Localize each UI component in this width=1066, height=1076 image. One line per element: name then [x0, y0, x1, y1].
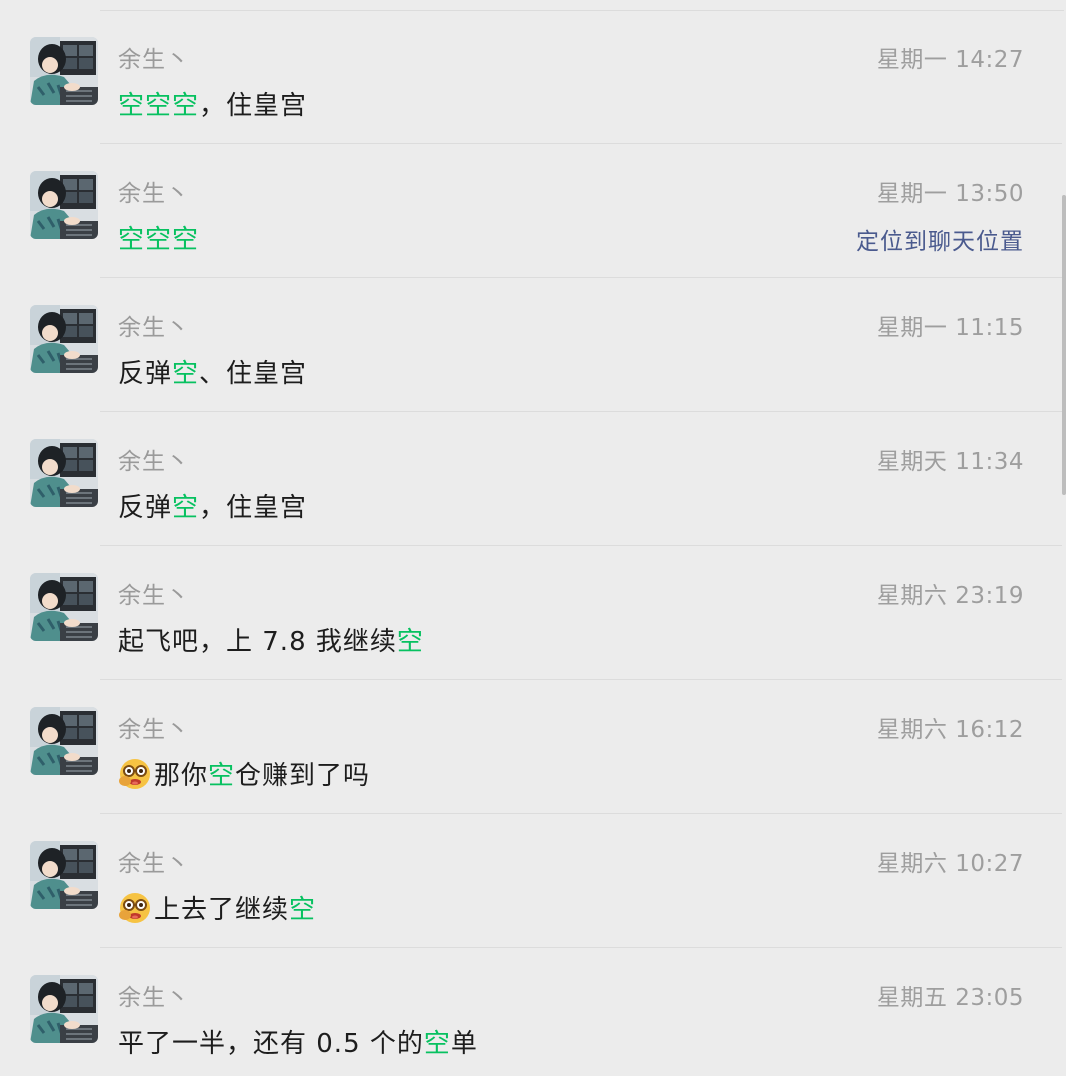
- message-text: 反弹空，住皇宫: [118, 487, 307, 524]
- keyword-highlight: 空空空: [118, 91, 200, 121]
- message-text: 反弹空、住皇宫: [118, 353, 307, 390]
- result-item[interactable]: 余生丶 星期一 13:50 空空空 定位到聊天位置: [0, 144, 1062, 278]
- message-time: 星期六 16:12: [876, 717, 1024, 743]
- message-fragment: 、住皇宫: [199, 359, 308, 389]
- avatar[interactable]: [30, 707, 98, 775]
- message-fragment: 反弹: [118, 493, 173, 523]
- result-item[interactable]: 余生丶 星期天 11:34 反弹空，住皇宫: [0, 412, 1062, 546]
- sender-name: 余生丶: [118, 851, 190, 877]
- message-fragment: 起飞吧，上 7.8 我继续: [118, 627, 397, 657]
- keyword-highlight: 空: [396, 627, 424, 657]
- search-results-list[interactable]: 余生丶 星期一 14:27 空空空 ，住皇宫 余生丶 星期一 13:50 空空空…: [0, 0, 1066, 1076]
- result-item[interactable]: 余生丶 星期六 16:12 那你空仓赚到了吗: [0, 680, 1062, 814]
- message-time: 星期六 23:19: [876, 583, 1024, 609]
- scrollbar[interactable]: [1062, 195, 1066, 495]
- keyword-highlight: 空: [208, 761, 236, 791]
- message-fragment: 仓赚到了吗: [235, 761, 371, 791]
- message-time: 星期一 13:50: [876, 181, 1024, 207]
- message-time: 星期五 23:05: [876, 985, 1024, 1011]
- message-fragment: 反弹: [118, 359, 173, 389]
- message-time: 星期六 10:27: [876, 851, 1024, 877]
- avatar[interactable]: [30, 841, 98, 909]
- result-item[interactable]: 余生丶 星期一 11:15 反弹空、住皇宫: [0, 278, 1062, 412]
- sender-name: 余生丶: [118, 181, 190, 207]
- sender-name: 余生丶: [118, 583, 190, 609]
- result-item[interactable]: 余生丶 星期六 10:27 上去了继续空: [0, 814, 1062, 948]
- nerd-face-icon: [118, 757, 152, 791]
- sender-name: 余生丶: [118, 985, 190, 1011]
- message-text: 平了一半，还有 0.5 个的空单: [118, 1023, 478, 1060]
- locate-in-chat-link[interactable]: 定位到聊天位置: [856, 222, 1024, 256]
- message-time: 星期天 11:34: [876, 449, 1024, 475]
- nerd-face-icon: [118, 891, 152, 925]
- sender-name: 余生丶: [118, 47, 190, 73]
- message-fragment: ，住皇宫: [199, 493, 308, 523]
- sender-name: 余生丶: [118, 449, 190, 475]
- avatar[interactable]: [30, 975, 98, 1043]
- message-fragment: 平了一半，还有 0.5 个的: [118, 1029, 424, 1059]
- keyword-highlight: 空: [172, 359, 200, 389]
- avatar[interactable]: [30, 37, 98, 105]
- message-text: 起飞吧，上 7.8 我继续空: [118, 621, 424, 658]
- message-fragment: 单: [450, 1029, 478, 1059]
- keyword-highlight: 空: [289, 895, 317, 925]
- keyword-highlight: 空: [172, 493, 200, 523]
- message-fragment: ，住皇宫: [199, 91, 308, 121]
- keyword-highlight: 空空空: [118, 225, 200, 255]
- message-text: 空空空 ，住皇宫: [118, 85, 307, 122]
- message-fragment: 那你: [154, 761, 209, 791]
- avatar[interactable]: [30, 305, 98, 373]
- message-fragment: 上去了继续: [154, 895, 290, 925]
- avatar[interactable]: [30, 573, 98, 641]
- keyword-highlight: 空: [423, 1029, 451, 1059]
- result-item[interactable]: 余生丶 星期五 23:05 平了一半，还有 0.5 个的空单: [0, 948, 1062, 1076]
- sender-name: 余生丶: [118, 315, 190, 341]
- avatar[interactable]: [30, 171, 98, 239]
- message-text: 空空空: [118, 219, 199, 256]
- result-item[interactable]: 余生丶 星期六 23:19 起飞吧，上 7.8 我继续空: [0, 546, 1062, 680]
- result-item[interactable]: 余生丶 星期一 14:27 空空空 ，住皇宫: [0, 10, 1062, 144]
- sender-name: 余生丶: [118, 717, 190, 743]
- message-text: 那你空仓赚到了吗: [118, 755, 370, 792]
- message-text: 上去了继续空: [118, 889, 316, 926]
- avatar[interactable]: [30, 439, 98, 507]
- message-time: 星期一 14:27: [876, 47, 1024, 73]
- message-time: 星期一 11:15: [876, 315, 1024, 341]
